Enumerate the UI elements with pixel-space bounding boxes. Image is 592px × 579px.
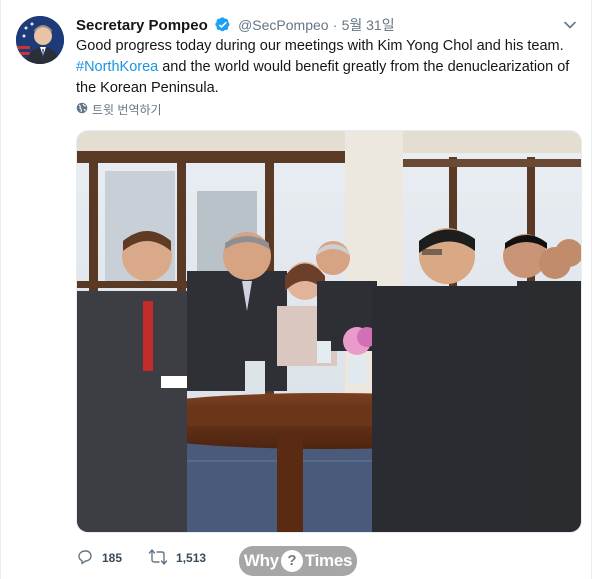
tweet-text-start: Good progress today during our meetings …	[76, 38, 564, 54]
tweet-date[interactable]: 5월 31일	[342, 17, 395, 33]
hashtag-link[interactable]: #NorthKorea	[76, 59, 158, 75]
retweet-icon	[148, 548, 168, 569]
translate-tweet-link[interactable]: 트윗 번역하기	[76, 102, 162, 118]
tweet-actions: 185 1,513	[76, 545, 232, 571]
avatar[interactable]	[16, 16, 64, 64]
separator: ·	[332, 17, 338, 33]
handle[interactable]: @SecPompeo	[238, 17, 328, 33]
watermark: Why ? Times	[239, 546, 357, 576]
retweet-count: 1,513	[176, 551, 207, 565]
meeting-photo	[77, 131, 581, 532]
reply-icon	[76, 548, 94, 569]
avatar-image	[16, 16, 64, 64]
display-name[interactable]: Secretary Pompeo	[76, 17, 208, 34]
tweet-text: Good progress today during our meetings …	[76, 36, 576, 99]
tweet-photo[interactable]	[76, 130, 582, 533]
globe-icon	[76, 102, 88, 118]
reply-button[interactable]: 185	[76, 548, 122, 569]
watermark-question-icon: ?	[280, 550, 303, 572]
translate-label: 트윗 번역하기	[92, 103, 162, 117]
chevron-down-icon[interactable]	[563, 18, 577, 32]
reply-count: 185	[102, 551, 123, 565]
watermark-left: Why	[243, 551, 279, 570]
tweet-card: Secretary Pompeo @SecPompeo · 5월 31일 Goo…	[0, 0, 592, 579]
watermark-right: Times	[304, 551, 353, 570]
retweet-button[interactable]: 1,513	[148, 548, 206, 569]
